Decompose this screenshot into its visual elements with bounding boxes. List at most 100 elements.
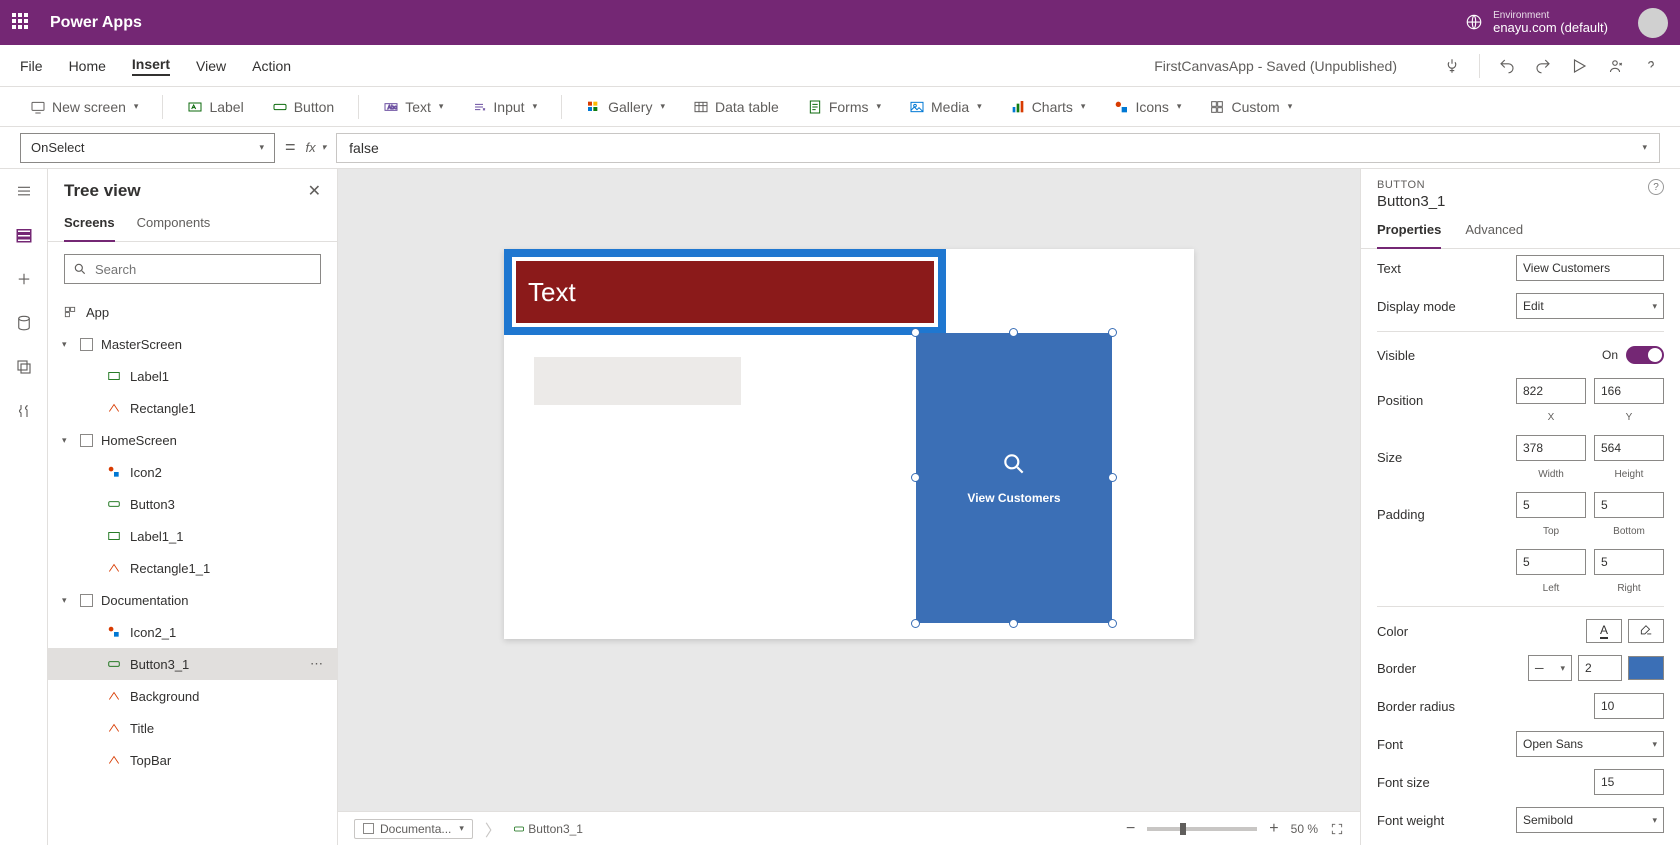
tree-item-selected[interactable]: Button3_1⋯ xyxy=(48,648,337,680)
canvas-text-label[interactable]: Text xyxy=(504,249,946,335)
tree-item[interactable]: Rectangle1_1 xyxy=(48,552,337,584)
menu-insert[interactable]: Insert xyxy=(132,56,170,76)
properties-panel: BUTTON Button3_1 ? Properties Advanced T… xyxy=(1360,169,1680,845)
checkbox-icon[interactable] xyxy=(80,338,93,351)
insert-custom-button[interactable]: Custom▾ xyxy=(1199,93,1302,121)
button-icon xyxy=(272,99,288,115)
fx-label[interactable]: fx▾ xyxy=(306,140,327,155)
prop-pad-bottom[interactable]: 5 xyxy=(1594,492,1664,518)
play-icon[interactable] xyxy=(1570,57,1588,75)
formula-input[interactable]: false▾ xyxy=(336,133,1660,163)
tab-properties[interactable]: Properties xyxy=(1377,214,1441,249)
tree-item[interactable]: Icon2 xyxy=(48,456,337,488)
visible-toggle[interactable] xyxy=(1626,346,1664,364)
insert-datatable-button[interactable]: Data table xyxy=(683,93,789,121)
tree-screen-home[interactable]: ▾HomeScreen xyxy=(48,424,337,456)
more-icon[interactable]: ⋯ xyxy=(310,656,325,672)
canvas-view-customers-button[interactable]: View Customers xyxy=(916,333,1112,623)
user-avatar[interactable] xyxy=(1638,8,1668,38)
hamburger-icon[interactable] xyxy=(14,181,34,201)
data-icon[interactable] xyxy=(14,313,34,333)
label-icon xyxy=(106,368,122,384)
tools-icon[interactable] xyxy=(14,401,34,421)
fill-color-button[interactable] xyxy=(1628,619,1664,643)
zoom-out-icon[interactable]: − xyxy=(1126,820,1135,838)
environment-picker[interactable]: Environment enayu.com (default) xyxy=(1465,10,1608,35)
insert-gallery-button[interactable]: Gallery▾ xyxy=(576,93,675,121)
tree-search-input[interactable] xyxy=(95,262,312,277)
tree-item[interactable]: Label1 xyxy=(48,360,337,392)
tree-item[interactable]: Button3 xyxy=(48,488,337,520)
tree-item[interactable]: TopBar xyxy=(48,744,337,776)
prop-width[interactable]: 378 xyxy=(1516,435,1586,461)
canvas-stage[interactable]: Text View Customers xyxy=(338,169,1360,811)
tree-screen-documentation[interactable]: ▾Documentation xyxy=(48,584,337,616)
checkbox-icon[interactable] xyxy=(80,434,93,447)
insert-button-button[interactable]: Button xyxy=(262,93,344,121)
prop-display-mode[interactable]: Edit▾ xyxy=(1516,293,1664,319)
tree-item[interactable]: Title xyxy=(48,712,337,744)
menu-home[interactable]: Home xyxy=(69,58,106,74)
prop-font-weight[interactable]: Semibold▾ xyxy=(1516,807,1664,833)
prop-font[interactable]: Open Sans▾ xyxy=(1516,731,1664,757)
prop-text[interactable]: View Customers xyxy=(1516,255,1664,281)
insert-text-button[interactable]: AbcText▾ xyxy=(373,93,453,121)
undo-icon[interactable] xyxy=(1498,57,1516,75)
app-status: FirstCanvasApp - Saved (Unpublished) xyxy=(1154,58,1397,74)
checkbox-icon[interactable] xyxy=(80,594,93,607)
tree-search[interactable] xyxy=(64,254,321,284)
tree-item[interactable]: Icon2_1 xyxy=(48,616,337,648)
app-checker-icon[interactable] xyxy=(1443,57,1461,75)
border-color[interactable] xyxy=(1628,656,1664,680)
breadcrumb-item[interactable]: Button3_1 xyxy=(513,822,583,836)
zoom-slider[interactable] xyxy=(1147,827,1257,831)
insert-forms-button[interactable]: Forms▾ xyxy=(797,93,891,121)
property-selector[interactable]: OnSelect▾ xyxy=(20,133,275,163)
prop-x[interactable]: 822 xyxy=(1516,378,1586,404)
border-width[interactable]: 2 xyxy=(1578,655,1622,681)
add-icon[interactable] xyxy=(14,269,34,289)
screen-icon xyxy=(30,99,46,115)
tab-components[interactable]: Components xyxy=(137,209,211,241)
prop-height[interactable]: 564 xyxy=(1594,435,1664,461)
prop-pad-top[interactable]: 5 xyxy=(1516,492,1586,518)
menu-action[interactable]: Action xyxy=(252,58,291,74)
prop-border-radius[interactable]: 10 xyxy=(1594,693,1664,719)
menu-view[interactable]: View xyxy=(196,58,226,74)
insert-input-button[interactable]: Input▾ xyxy=(461,93,547,121)
breadcrumb-screen[interactable]: Documenta...▾ xyxy=(354,819,473,839)
tree-view-icon[interactable] xyxy=(14,225,34,245)
tree-item[interactable]: Background xyxy=(48,680,337,712)
menu-file[interactable]: File xyxy=(20,58,43,74)
tab-advanced[interactable]: Advanced xyxy=(1465,214,1523,248)
border-style[interactable]: ─▾ xyxy=(1528,655,1572,681)
help-icon[interactable] xyxy=(1642,57,1660,75)
canvas-screen[interactable]: Text View Customers xyxy=(504,249,1194,639)
canvas-gray-rect[interactable] xyxy=(534,357,741,405)
insert-charts-button[interactable]: Charts▾ xyxy=(1000,93,1096,121)
insert-icons-button[interactable]: Icons▾ xyxy=(1103,93,1191,121)
rectangle-icon xyxy=(106,752,122,768)
gallery-icon xyxy=(586,99,602,115)
help-icon[interactable]: ? xyxy=(1648,179,1664,195)
insert-label-button[interactable]: Label xyxy=(177,93,253,121)
app-launcher-icon[interactable] xyxy=(12,13,32,33)
share-icon[interactable] xyxy=(1606,57,1624,75)
font-color-button[interactable]: A xyxy=(1586,619,1622,643)
prop-pad-right[interactable]: 5 xyxy=(1594,549,1664,575)
tree-screen-master[interactable]: ▾MasterScreen xyxy=(48,328,337,360)
tree-app[interactable]: App xyxy=(48,296,337,328)
tree-item[interactable]: Label1_1 xyxy=(48,520,337,552)
media-rail-icon[interactable] xyxy=(14,357,34,377)
fit-icon[interactable] xyxy=(1330,822,1344,836)
tree-item[interactable]: Rectangle1 xyxy=(48,392,337,424)
prop-font-size[interactable]: 15 xyxy=(1594,769,1664,795)
prop-pad-left[interactable]: 5 xyxy=(1516,549,1586,575)
insert-media-button[interactable]: Media▾ xyxy=(899,93,992,121)
new-screen-button[interactable]: New screen▾ xyxy=(20,93,148,121)
zoom-in-icon[interactable]: + xyxy=(1269,820,1278,838)
close-icon[interactable]: ✕ xyxy=(308,181,321,201)
redo-icon[interactable] xyxy=(1534,57,1552,75)
tab-screens[interactable]: Screens xyxy=(64,209,115,242)
prop-y[interactable]: 166 xyxy=(1594,378,1664,404)
